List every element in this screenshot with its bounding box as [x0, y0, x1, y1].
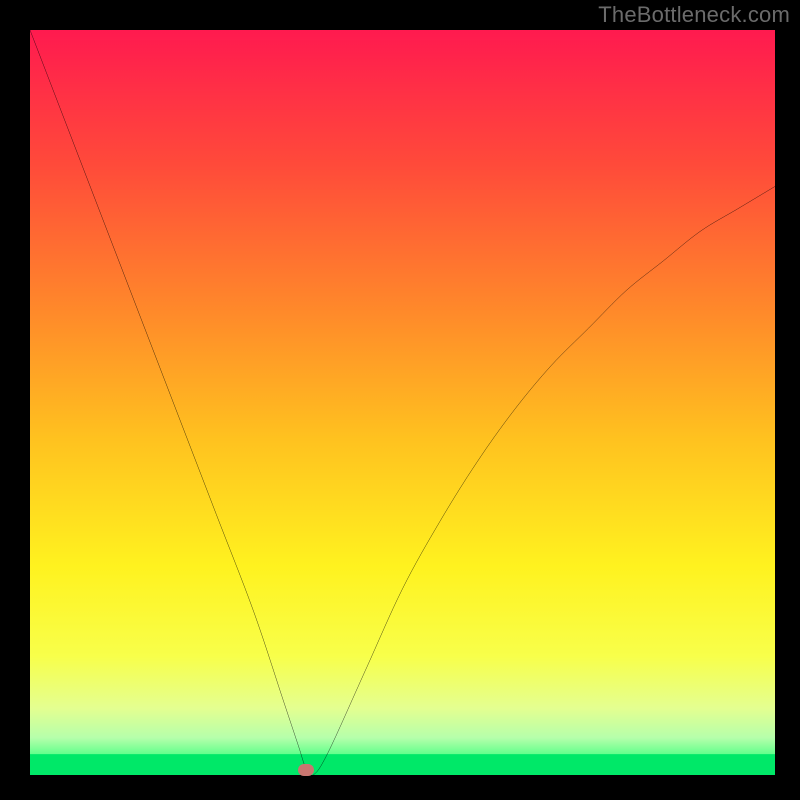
watermark-text: TheBottleneck.com	[598, 2, 790, 28]
bottleneck-curve	[30, 30, 775, 775]
optimum-marker	[298, 764, 314, 776]
chart-frame: TheBottleneck.com	[0, 0, 800, 800]
plot-area	[30, 30, 775, 775]
